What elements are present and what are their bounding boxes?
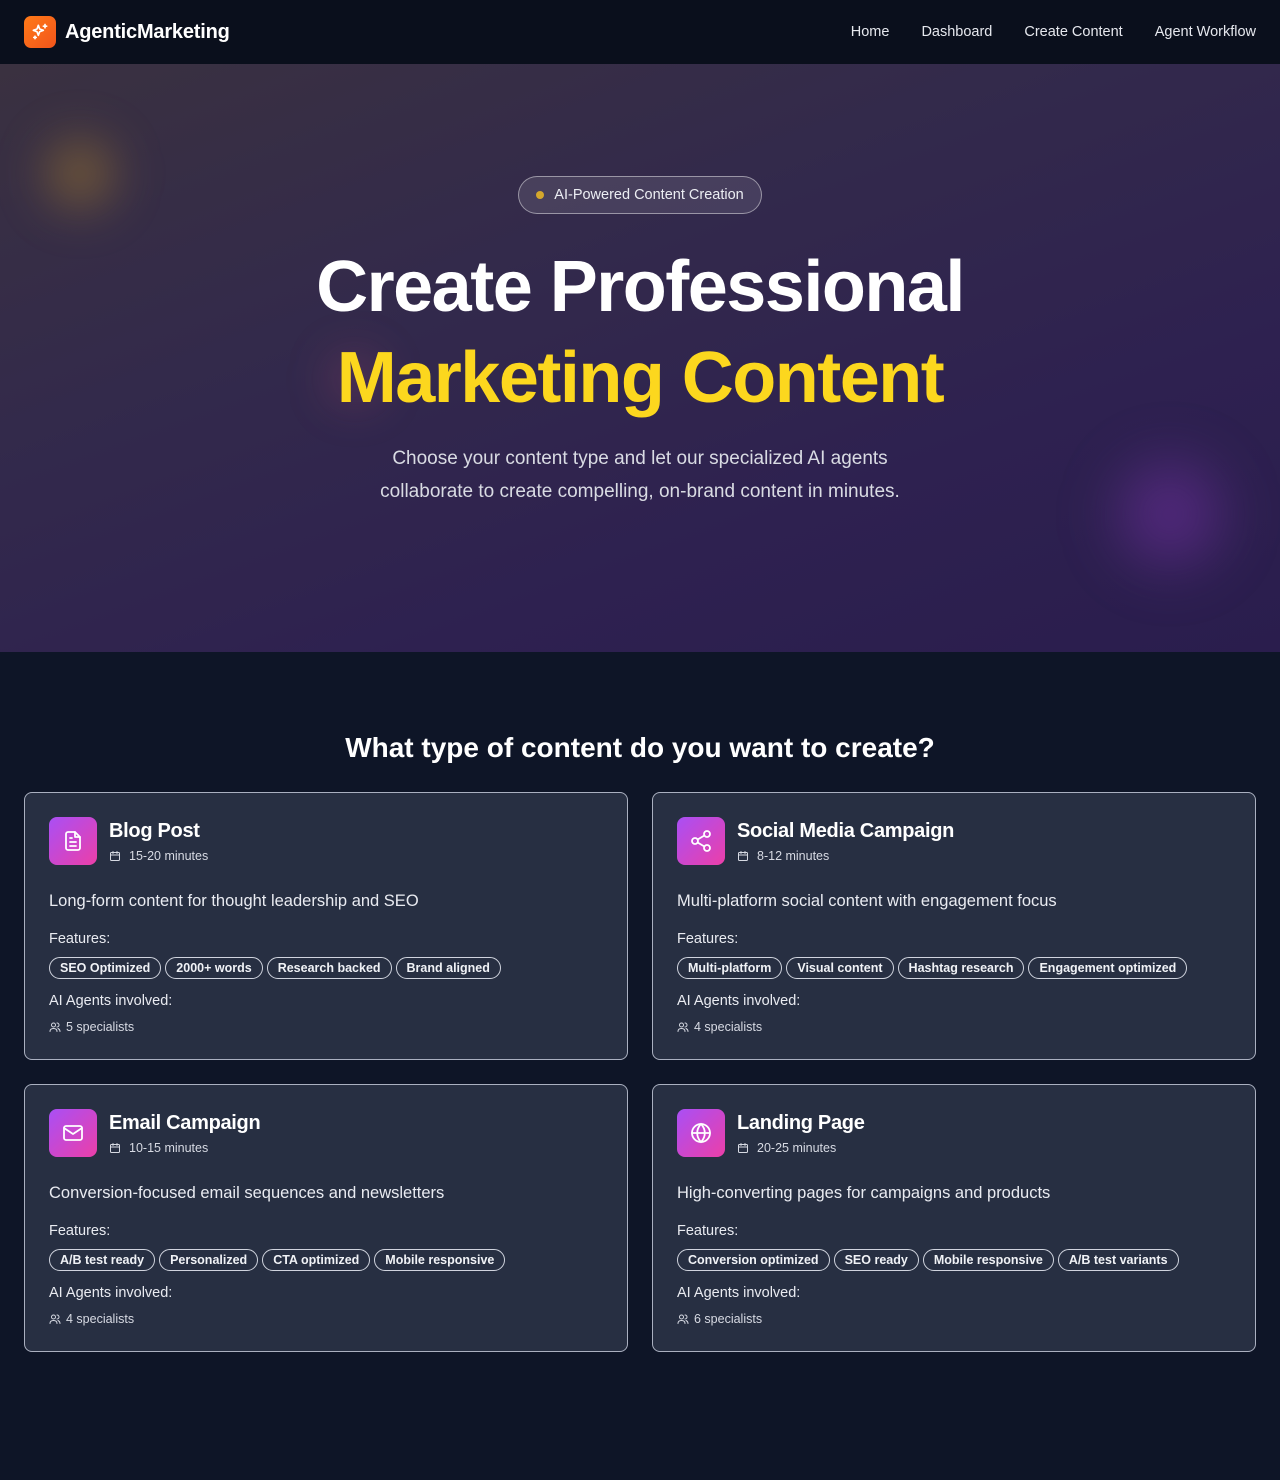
feature-tag: CTA optimized xyxy=(262,1249,371,1271)
hero-badge: AI-Powered Content Creation xyxy=(518,176,762,214)
content-type-card-landing-page[interactable]: Landing Page 20-25 minutes High-converti… xyxy=(652,1084,1256,1352)
feature-tag: Brand aligned xyxy=(395,957,501,979)
agents-count: 5 specialists xyxy=(49,1020,134,1034)
card-duration: 8-12 minutes xyxy=(737,849,829,863)
features-label: Features: xyxy=(49,931,111,947)
card-duration-text: 20-25 minutes xyxy=(757,1141,837,1155)
nav-links: Home Dashboard Create Content Agent Work… xyxy=(851,24,1256,40)
features-label: Features: xyxy=(49,1223,111,1239)
users-icon xyxy=(49,1022,61,1032)
agents-count: 4 specialists xyxy=(677,1020,762,1034)
mail-icon xyxy=(49,1109,97,1157)
decorative-glow xyxy=(30,124,130,224)
feature-tag: 2000+ words xyxy=(165,957,263,979)
agents-count: 6 specialists xyxy=(677,1312,762,1326)
badge-dot xyxy=(536,191,545,199)
feature-tag: Research backed xyxy=(266,957,392,979)
card-duration: 10-15 minutes xyxy=(109,1141,208,1155)
feature-tag: Personalized xyxy=(159,1249,259,1271)
feature-tags: Conversion optimized SEO ready Mobile re… xyxy=(677,1249,1179,1271)
hero-title-accent: Marketing Content xyxy=(336,338,945,418)
agents-label: AI Agents involved: xyxy=(49,1285,173,1301)
content-type-card-email-campaign[interactable]: Email Campaign 10-15 minutes Conversion-… xyxy=(24,1084,628,1352)
card-duration: 20-25 minutes xyxy=(737,1141,836,1155)
card-title: Social Media Campaign xyxy=(737,820,955,842)
card-duration-text: 15-20 minutes xyxy=(129,849,209,863)
hero-badge-text: AI-Powered Content Creation xyxy=(554,187,744,203)
feature-tag: Mobile responsive xyxy=(374,1249,506,1271)
card-description: Conversion-focused email sequences and n… xyxy=(49,1184,445,1202)
share-icon xyxy=(677,817,725,865)
nav-link-dashboard[interactable]: Dashboard xyxy=(921,24,992,40)
feature-tag: Visual content xyxy=(786,957,894,979)
agents-count: 4 specialists xyxy=(49,1312,134,1326)
card-duration-text: 10-15 minutes xyxy=(129,1141,209,1155)
agents-count-text: 5 specialists xyxy=(66,1020,135,1034)
feature-tag: SEO Optimized xyxy=(49,957,162,979)
decorative-glow xyxy=(1085,439,1255,589)
calendar-icon xyxy=(110,851,120,861)
calendar-icon xyxy=(738,1143,748,1153)
agents-label: AI Agents involved: xyxy=(49,993,173,1009)
feature-tag: Multi-platform xyxy=(677,957,783,979)
calendar-icon xyxy=(110,1143,120,1153)
users-icon xyxy=(677,1314,689,1324)
hero-section: AI-Powered Content Creation Create Profe… xyxy=(0,64,1280,652)
agents-count-text: 4 specialists xyxy=(694,1020,763,1034)
calendar-icon xyxy=(738,851,748,861)
feature-tag: Conversion optimized xyxy=(677,1249,830,1271)
feature-tag: A/B test ready xyxy=(49,1249,156,1271)
agents-count-text: 4 specialists xyxy=(66,1312,135,1326)
users-icon xyxy=(677,1022,689,1032)
card-description: Multi-platform social content with engag… xyxy=(677,892,1057,910)
users-icon xyxy=(49,1314,61,1324)
agents-label: AI Agents involved: xyxy=(677,993,801,1009)
brand-name: AgenticMarketing xyxy=(65,20,230,43)
agents-count-text: 6 specialists xyxy=(694,1312,763,1326)
content-type-card-social-media-campaign[interactable]: Social Media Campaign 8-12 minutes Multi… xyxy=(652,792,1256,1060)
globe-icon xyxy=(677,1109,725,1157)
card-title: Landing Page xyxy=(737,1112,865,1134)
features-label: Features: xyxy=(677,931,739,947)
section-title: What type of content do you want to crea… xyxy=(345,732,935,763)
nav-link-home[interactable]: Home xyxy=(851,24,890,40)
card-title: Email Campaign xyxy=(109,1112,261,1134)
card-description: High-converting pages for campaigns and … xyxy=(677,1184,1051,1202)
feature-tags: SEO Optimized 2000+ words Research backe… xyxy=(49,957,501,979)
card-duration-text: 8-12 minutes xyxy=(757,849,830,863)
card-duration: 15-20 minutes xyxy=(109,849,208,863)
top-nav: AgenticMarketing Home Dashboard Create C… xyxy=(0,0,1280,64)
feature-tag: Engagement optimized xyxy=(1028,957,1188,979)
card-title: Blog Post xyxy=(109,820,200,842)
nav-link-agent-workflow[interactable]: Agent Workflow xyxy=(1155,24,1256,40)
feature-tag: SEO ready xyxy=(833,1249,919,1271)
feature-tags: Multi-platform Visual content Hashtag re… xyxy=(677,957,1188,979)
hero-title: Create Professional xyxy=(316,247,965,327)
document-icon xyxy=(49,817,97,865)
feature-tag: A/B test variants xyxy=(1057,1249,1179,1271)
nav-link-create-content[interactable]: Create Content xyxy=(1024,24,1122,40)
brand[interactable]: AgenticMarketing xyxy=(24,16,230,48)
content-type-card-blog-post[interactable]: Blog Post 15-20 minutes Long-form conten… xyxy=(24,792,628,1060)
feature-tag: Mobile responsive xyxy=(922,1249,1054,1271)
agents-label: AI Agents involved: xyxy=(677,1285,801,1301)
feature-tags: A/B test ready Personalized CTA optimize… xyxy=(49,1249,506,1271)
feature-tag: Hashtag research xyxy=(897,957,1025,979)
card-description: Long-form content for thought leadership… xyxy=(49,892,419,910)
hero-subtitle: Choose your content type and let our spe… xyxy=(380,448,900,502)
features-label: Features: xyxy=(677,1223,739,1239)
sparkles-icon xyxy=(24,16,56,48)
